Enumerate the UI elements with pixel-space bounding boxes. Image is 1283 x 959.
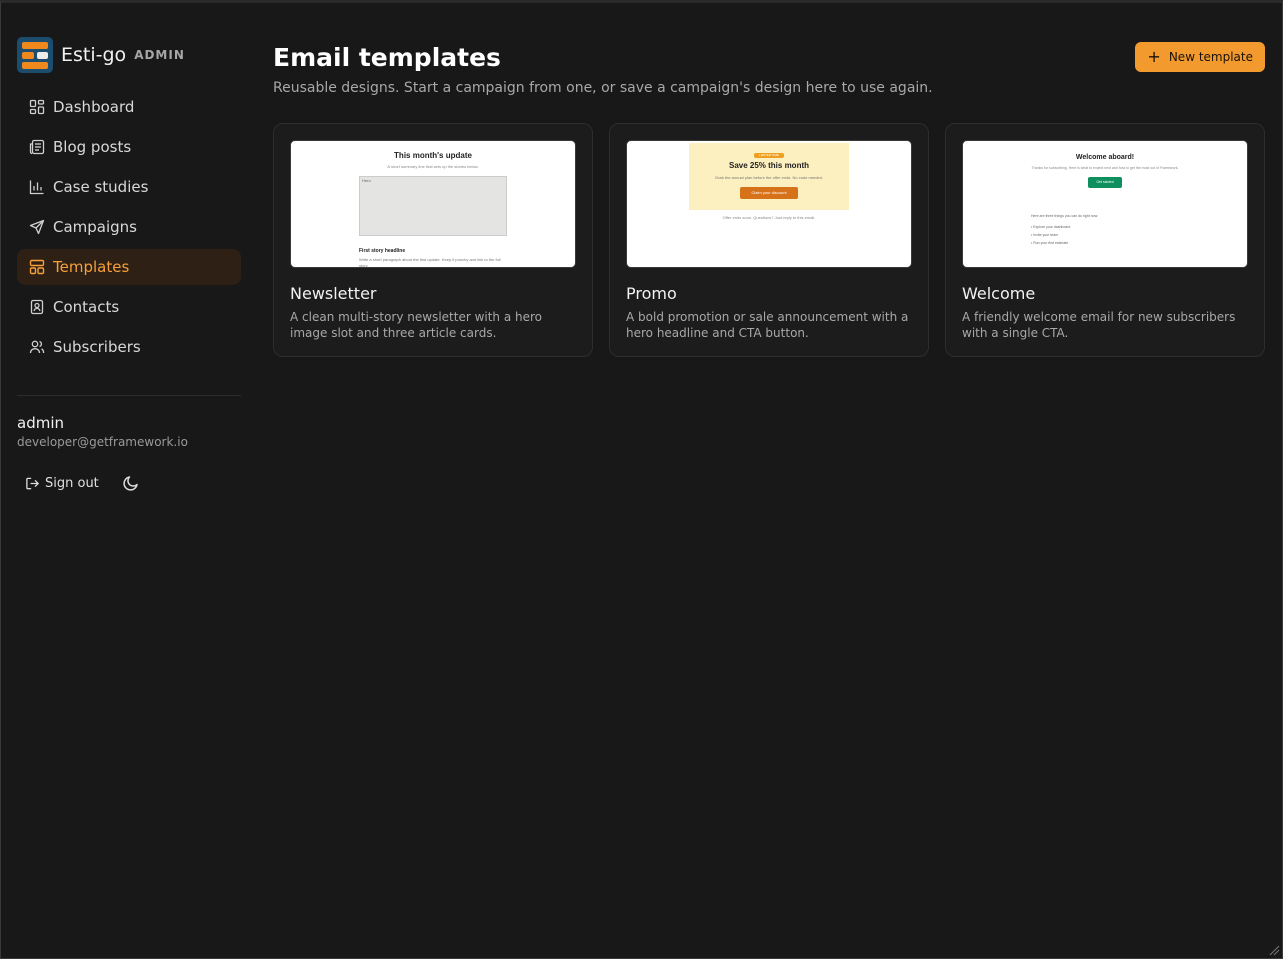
sidebar-item-blog-posts[interactable]: Blog posts: [17, 129, 241, 165]
page-title: Email templates: [273, 43, 501, 72]
sidebar-item-contacts[interactable]: Contacts: [17, 289, 241, 325]
sidebar-divider: [17, 395, 241, 396]
preview-badge: LIMITED TIME: [754, 153, 784, 158]
template-card-newsletter[interactable]: This month's update A short summary line…: [273, 123, 593, 357]
preview-list-item: • Explore your dashboard: [1031, 225, 1071, 229]
preview-footer: Offer ends soon. Questions? Just reply t…: [722, 215, 816, 220]
sidebar-item-templates[interactable]: Templates: [17, 249, 241, 285]
user-info: admin developer@getframework.io: [17, 414, 241, 449]
contact-book-icon: [29, 299, 45, 315]
template-card-promo[interactable]: LIMITED TIME Save 25% this month Grab th…: [609, 123, 929, 357]
sidebar-nav: Dashboard Blog posts Case studies Campai…: [17, 89, 241, 365]
preview-subtitle: A short summary line that sets up the st…: [387, 164, 479, 169]
preview-story-body: Write a short paragraph about the first …: [359, 257, 501, 268]
template-title: Welcome: [962, 284, 1036, 303]
layout-icon: [29, 259, 45, 275]
sign-out-label: Sign out: [45, 475, 99, 491]
preview-list-item: • Invite your team: [1031, 233, 1059, 237]
sidebar-item-subscribers[interactable]: Subscribers: [17, 329, 241, 365]
theme-toggle-button[interactable]: [115, 467, 147, 499]
new-template-label: New template: [1168, 50, 1253, 64]
logo-icon: [17, 37, 53, 73]
send-icon: [29, 219, 45, 235]
preview-cta: Get started: [1088, 177, 1122, 188]
preview-heading: This month's update: [394, 151, 472, 160]
newspaper-icon: [29, 139, 45, 155]
sidebar-item-dashboard[interactable]: Dashboard: [17, 89, 241, 125]
sidebar-item-label: Subscribers: [53, 338, 141, 356]
preview-hero-placeholder: Hero: [359, 176, 507, 236]
sidebar-item-label: Blog posts: [53, 138, 132, 156]
sign-out-button[interactable]: Sign out: [17, 467, 107, 499]
template-preview: Welcome aboard! Thanks for subscribing. …: [962, 140, 1248, 268]
sidebar: Esti-go ADMIN Dashboard Blog posts Case …: [17, 36, 241, 499]
preview-subtitle: Grab the annual plan before the offer en…: [714, 175, 823, 180]
user-name: admin: [17, 414, 64, 432]
sidebar-item-label: Templates: [53, 258, 130, 276]
sidebar-item-campaigns[interactable]: Campaigns: [17, 209, 241, 245]
sign-out-icon: [26, 477, 39, 489]
preview-heading: Welcome aboard!: [1075, 154, 1135, 161]
brand-name: Esti-go: [61, 44, 127, 66]
sidebar-item-case-studies[interactable]: Case studies: [17, 169, 241, 205]
template-title: Promo: [626, 284, 677, 303]
bar-chart-icon: [29, 179, 45, 195]
template-description: A clean multi-story newsletter with a he…: [290, 310, 543, 340]
moon-icon: [123, 476, 138, 491]
user-email: developer@getframework.io: [17, 435, 188, 449]
preview-list-item: • Run your first estimate: [1031, 241, 1069, 245]
page-subtitle: Reusable designs. Start a campaign from …: [273, 80, 933, 96]
sidebar-item-label: Campaigns: [53, 218, 138, 236]
sidebar-item-label: Case studies: [53, 178, 149, 196]
preview-list-intro: Here are three things you can do right n…: [1031, 214, 1099, 218]
brand-tag: ADMIN: [134, 48, 185, 62]
preview-subtitle: Thanks for subscribing. Here is what to …: [1031, 166, 1179, 170]
preview-story-headline: First story headline: [359, 248, 406, 254]
plus-icon: +: [1147, 47, 1161, 66]
sidebar-actions: Sign out: [17, 467, 241, 499]
template-title: Newsletter: [290, 284, 377, 303]
template-preview: This month's update A short summary line…: [290, 140, 576, 268]
users-icon: [29, 339, 45, 355]
preview-heading: Save 25% this month: [728, 161, 810, 170]
main-content: Email templates Reusable designs. Start …: [273, 40, 1265, 357]
template-description: A bold promotion or sale announcement wi…: [626, 310, 909, 340]
template-preview: LIMITED TIME Save 25% this month Grab th…: [626, 140, 912, 268]
template-description: A friendly welcome email for new subscri…: [962, 310, 1236, 340]
sidebar-item-label: Dashboard: [53, 98, 135, 116]
dashboard-icon: [29, 99, 45, 115]
templates-grid: This month's update A short summary line…: [273, 123, 1265, 357]
template-card-welcome[interactable]: Welcome aboard! Thanks for subscribing. …: [945, 123, 1265, 357]
preview-promo-banner: LIMITED TIME Save 25% this month Grab th…: [689, 143, 849, 210]
preview-list: Here are three things you can do right n…: [1031, 212, 1098, 247]
brand[interactable]: Esti-go ADMIN: [17, 36, 241, 74]
hero-label: Hero: [362, 178, 371, 183]
sidebar-item-label: Contacts: [53, 298, 120, 316]
preview-cta: Claim your discount: [740, 187, 798, 199]
new-template-button[interactable]: + New template: [1135, 42, 1265, 72]
resize-grip-icon[interactable]: [1268, 944, 1280, 956]
